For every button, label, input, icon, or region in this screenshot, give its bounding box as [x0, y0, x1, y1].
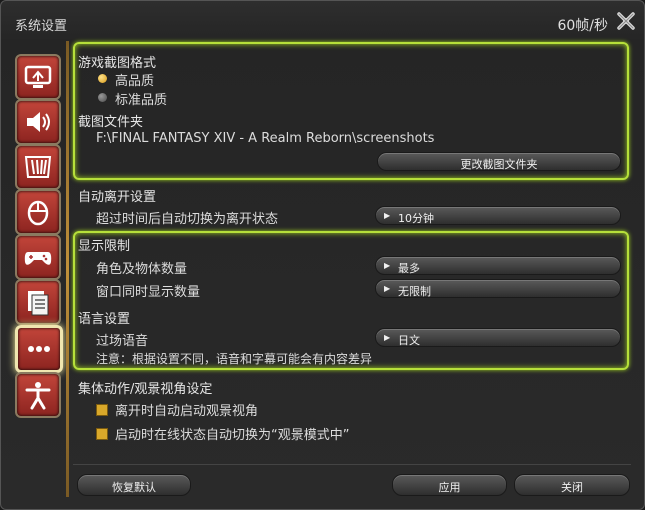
- system-settings-window: 系统设置 60帧/秒 游戏截图格式 高品质 标准品质 截图文件夹 F:\FINA…: [0, 0, 645, 510]
- monitor-icon: [24, 65, 52, 88]
- radio-high-quality[interactable]: [98, 74, 107, 83]
- screenshot-format-heading: 游戏截图格式: [78, 56, 157, 71]
- dropdown-arrow-icon: ▶: [384, 261, 391, 270]
- online-status-label: 启动时在线状态自动切换为“观景模式中”: [115, 428, 350, 443]
- title-bar[interactable]: 系统设置 60帧/秒: [1, 1, 644, 39]
- afk-heading: 自动离开设置: [78, 190, 157, 205]
- close-button[interactable]: 关闭: [514, 474, 630, 496]
- high-quality-label: 高品质: [115, 74, 155, 89]
- accessibility-icon: [25, 382, 51, 410]
- apply-button[interactable]: 应用: [392, 474, 507, 496]
- gamepad-icon: [24, 252, 52, 265]
- dropdown-arrow-icon: ▶: [384, 284, 391, 293]
- character-count-dropdown[interactable]: ▶ 最多: [375, 256, 621, 275]
- log-icon: [28, 291, 49, 316]
- window-count-label: 窗口同时显示数量: [96, 285, 201, 300]
- sidebar-item-hud[interactable]: [15, 144, 61, 190]
- sidebar-item-accessibility[interactable]: [15, 372, 61, 418]
- reset-defaults-button[interactable]: 恢复默认: [77, 474, 191, 496]
- screenshot-folder-path: F:\FINAL FANTASY XIV - A Realm Reborn\sc…: [96, 131, 435, 146]
- mouse-icon: [27, 200, 49, 226]
- afk-dropdown[interactable]: ▶ 10分钟: [375, 206, 621, 225]
- dropdown-arrow-icon: ▶: [384, 333, 391, 342]
- footer-divider: [73, 464, 631, 465]
- language-heading: 语言设置: [78, 312, 131, 327]
- language-note: 注意：根据设置不同，语音和字幕可能会有内容差异: [96, 352, 373, 366]
- fps-counter: 60帧/秒: [557, 18, 608, 34]
- sidebar-item-other[interactable]: [15, 325, 63, 373]
- standard-quality-label: 标准品质: [115, 93, 168, 108]
- afk-group-pose-label: 离开时自动启动观景视角: [115, 404, 259, 419]
- dropdown-arrow-icon: ▶: [384, 211, 391, 220]
- character-count-label: 角色及物体数量: [96, 262, 188, 277]
- close-icon[interactable]: [616, 11, 636, 31]
- speaker-icon: [27, 112, 50, 132]
- sidebar-item-sound[interactable]: [15, 99, 61, 145]
- sidebar-item-mouse[interactable]: [15, 189, 61, 235]
- window-count-dropdown[interactable]: ▶ 无限制: [375, 279, 621, 298]
- screenshot-folder-heading: 截图文件夹: [78, 115, 144, 130]
- change-folder-button[interactable]: 更改截图文件夹: [377, 152, 621, 171]
- window-title: 系统设置: [15, 19, 68, 34]
- sidebar-item-display[interactable]: [15, 54, 61, 100]
- display-limit-heading: 显示限制: [78, 239, 131, 254]
- sidebar-item-log[interactable]: [15, 279, 61, 325]
- hud-icon: [24, 156, 52, 178]
- group-pose-heading: 集体动作/观景视角设定: [78, 382, 213, 397]
- more-icon: [28, 346, 50, 352]
- cutscene-voice-label: 过场语音: [96, 334, 149, 349]
- afk-label: 超过时间后自动切换为离开状态: [96, 212, 279, 227]
- sidebar-item-gamepad[interactable]: [15, 234, 61, 280]
- checkbox-afk-group-pose[interactable]: [96, 404, 108, 416]
- checkbox-online-status[interactable]: [96, 428, 108, 440]
- sidebar-divider: [66, 41, 69, 497]
- radio-standard-quality[interactable]: [98, 93, 107, 102]
- cutscene-voice-dropdown[interactable]: ▶ 日文: [375, 328, 621, 347]
